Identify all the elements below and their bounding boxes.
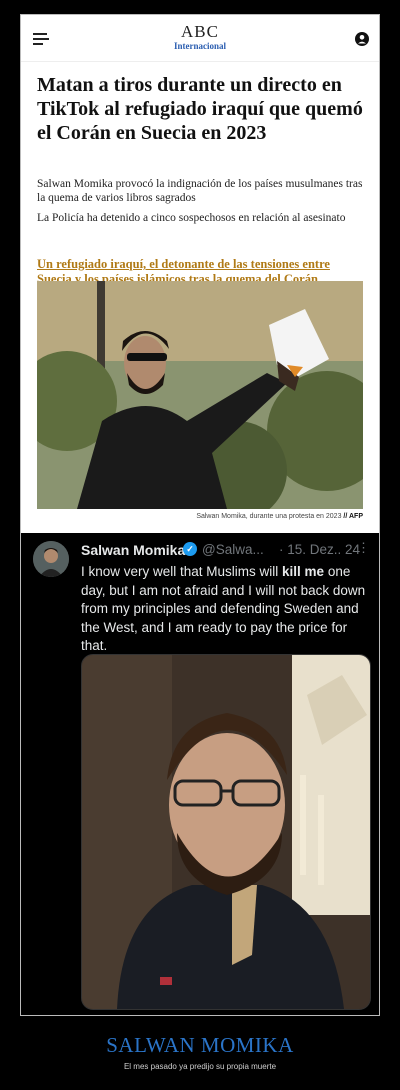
- article-headline: Matan a tiros durante un directo en TikT…: [37, 74, 363, 144]
- logo-text: ABC: [181, 22, 219, 41]
- article-photo: [37, 281, 363, 509]
- meme-subtitle: El mes pasado ya predijo su propia muert…: [123, 1062, 277, 1071]
- tweet-author-handle[interactable]: @Salwa...: [202, 542, 264, 557]
- abc-header: ABC Internacional: [21, 15, 379, 62]
- photo-caption: Salwan Momika, durante una protesta en 2…: [37, 513, 363, 520]
- caption-credit: // AFP: [343, 513, 363, 520]
- tweet-text: I know very well that Muslims will kill …: [81, 563, 369, 656]
- meme-frame: ABC Internacional Matan a tiros durante …: [20, 14, 380, 1016]
- meme-title: SALWAN MOMIKA: [106, 1033, 294, 1057]
- tweet-text-bold: kill me: [282, 564, 325, 579]
- tweet-text-start: I know very well that Muslims will: [81, 564, 283, 579]
- more-options-icon[interactable]: ⋮: [357, 540, 370, 556]
- tweet-avatar[interactable]: [33, 541, 69, 577]
- caption-text: Salwan Momika, durante una protesta en 2…: [196, 513, 342, 520]
- article-paragraph-1: Salwan Momika provocó la indignación de …: [37, 178, 363, 204]
- tweet-video-thumbnail[interactable]: [81, 654, 371, 1010]
- abc-logo[interactable]: ABC Internacional: [21, 22, 379, 52]
- verified-badge-icon: ✓: [183, 542, 197, 556]
- user-account-icon[interactable]: [355, 32, 369, 46]
- tweet-author-name[interactable]: Salwan Momika: [81, 542, 185, 558]
- tweet-card: Salwan Momika ✓ @Salwa... · 15. Dez.. 24…: [21, 533, 379, 1015]
- article-paragraph-2: La Policía ha detenido a cinco sospechos…: [37, 212, 346, 224]
- tweet-date[interactable]: · 15. Dez.. 24: [279, 542, 360, 557]
- edition-label: Internacional: [173, 41, 226, 51]
